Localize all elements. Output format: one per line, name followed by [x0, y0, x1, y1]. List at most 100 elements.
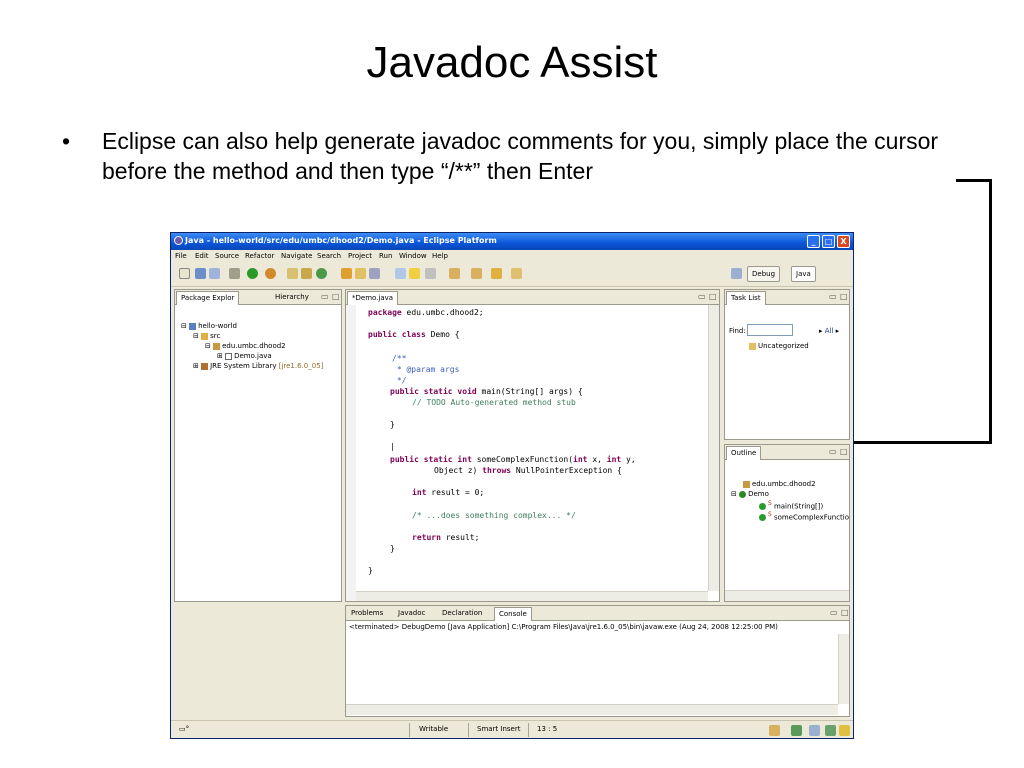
- tab-task-list[interactable]: Task List: [726, 291, 766, 305]
- outline-method-main[interactable]: S main(String[]): [759, 501, 823, 510]
- next-annotation-icon[interactable]: [449, 268, 460, 279]
- outline-horizontal-scrollbar[interactable]: [725, 590, 849, 601]
- debug-icon[interactable]: [229, 268, 240, 279]
- maximize-view-icon[interactable]: □: [332, 292, 340, 301]
- tree-item-file[interactable]: ⊞ Demo.java: [217, 352, 272, 360]
- console-horizontal-scrollbar[interactable]: [346, 704, 838, 715]
- task-maximize-icon[interactable]: □: [840, 292, 848, 301]
- all-filter-label: All: [824, 327, 834, 335]
- print-icon[interactable]: [209, 268, 220, 279]
- highlight-icon[interactable]: [409, 268, 420, 279]
- outline-class[interactable]: ⊟ Demo: [731, 490, 769, 498]
- editor-minimize-icon[interactable]: ▭: [698, 292, 706, 301]
- status-icon-2[interactable]: [791, 725, 802, 736]
- fast-view-icon[interactable]: ▭°: [179, 725, 189, 733]
- tab-outline[interactable]: Outline: [726, 446, 762, 460]
- status-icon-1[interactable]: [769, 725, 780, 736]
- outline-package[interactable]: edu.umbc.dhood2: [743, 480, 816, 488]
- outline-minimize-icon[interactable]: ▭: [829, 447, 837, 456]
- code-token: public static int: [390, 455, 472, 464]
- task-list-panel: Task List ▭ □ Find: ▸ All ▸ Uncategorize…: [724, 289, 850, 440]
- code-line-close-class: }: [368, 566, 373, 575]
- editor-horizontal-scrollbar[interactable]: [356, 591, 708, 601]
- menu-search[interactable]: Search: [317, 252, 341, 260]
- save-icon[interactable]: [195, 268, 206, 279]
- status-icon-4[interactable]: [825, 725, 836, 736]
- code-token: return: [412, 533, 441, 542]
- console-vertical-scrollbar[interactable]: [838, 634, 849, 704]
- library-icon: [201, 362, 209, 370]
- tree-item-project[interactable]: ⊟ hello-world: [181, 322, 237, 330]
- find-input[interactable]: [747, 324, 793, 336]
- outline-maximize-icon[interactable]: □: [840, 447, 848, 456]
- forward-icon[interactable]: [511, 268, 522, 279]
- code-token: public class: [368, 330, 426, 339]
- tree-item-jre[interactable]: ⊞ JRE System Library [jre1.6.0_05]: [193, 362, 323, 370]
- new-icon[interactable]: [179, 268, 190, 279]
- tab-hierarchy[interactable]: Hierarchy: [271, 291, 313, 305]
- minimize-view-icon[interactable]: ▭: [321, 292, 329, 301]
- maximize-button[interactable]: □: [822, 235, 835, 248]
- search-icon[interactable]: [369, 268, 380, 279]
- debug-perspective-button[interactable]: Debug: [747, 266, 781, 282]
- console-maximize-icon[interactable]: □: [841, 608, 849, 617]
- outline-method-complex[interactable]: S someComplexFunctior: [759, 512, 849, 521]
- menu-run[interactable]: Run: [379, 252, 392, 260]
- tree-item-src[interactable]: ⊟ src: [193, 332, 220, 340]
- menu-refactor[interactable]: Refactor: [245, 252, 274, 260]
- menu-project[interactable]: Project: [348, 252, 372, 260]
- status-cursor-position: 13 : 5: [537, 725, 558, 733]
- tree-item-package[interactable]: ⊟ edu.umbc.dhood2: [205, 342, 286, 350]
- code-line-close-main: }: [390, 420, 395, 429]
- menu-help[interactable]: Help: [432, 252, 448, 260]
- open-type-icon[interactable]: [341, 268, 352, 279]
- tab-demo-java[interactable]: *Demo.java: [347, 291, 399, 305]
- all-filter-link[interactable]: ▸ All ▸: [819, 327, 839, 335]
- annotation-line-top: [956, 179, 992, 182]
- source-folder-icon: [201, 332, 209, 340]
- back-icon[interactable]: [491, 268, 502, 279]
- menu-window[interactable]: Window: [399, 252, 427, 260]
- editor-vertical-scrollbar[interactable]: [708, 305, 719, 591]
- tab-console[interactable]: Console: [494, 607, 532, 621]
- status-icon-3[interactable]: [809, 725, 820, 736]
- run-icon[interactable]: [247, 268, 258, 279]
- menu-edit[interactable]: Edit: [195, 252, 209, 260]
- text-cursor: |: [390, 442, 395, 451]
- code-token: y,: [621, 455, 636, 464]
- open-perspective-icon[interactable]: [731, 268, 742, 279]
- menu-file[interactable]: File: [175, 252, 187, 260]
- outline-panel: Outline ▭ □ edu.umbc.dhood2 ⊟ Demo S mai…: [724, 444, 850, 602]
- minimize-button[interactable]: _: [807, 235, 820, 248]
- tab-declaration[interactable]: Declaration: [438, 607, 486, 621]
- external-tools-icon[interactable]: [265, 268, 276, 279]
- new-package-icon[interactable]: [287, 268, 298, 279]
- tab-problems[interactable]: Problems: [347, 607, 387, 621]
- task-minimize-icon[interactable]: ▭: [829, 292, 837, 301]
- tab-javadoc[interactable]: Javadoc: [394, 607, 429, 621]
- close-button[interactable]: X: [837, 235, 850, 248]
- file-label: Demo.java: [234, 352, 272, 360]
- code-line-complex-comment: /* ...does something complex... */: [412, 511, 576, 520]
- new-class-icon[interactable]: [301, 268, 312, 279]
- open-folder-icon[interactable]: [355, 268, 366, 279]
- main-toolbar: Debug Java: [171, 262, 853, 287]
- toggle-mark-icon[interactable]: [395, 268, 406, 279]
- new-java-class-icon[interactable]: [316, 268, 327, 279]
- menu-source[interactable]: Source: [215, 252, 239, 260]
- pin-icon[interactable]: [425, 268, 436, 279]
- menu-navigate[interactable]: Navigate: [281, 252, 312, 260]
- java-perspective-label: Java: [796, 270, 811, 278]
- java-perspective-button[interactable]: Java: [791, 266, 816, 282]
- console-minimize-icon[interactable]: ▭: [830, 608, 838, 617]
- tab-package-explorer[interactable]: Package Explor: [176, 291, 240, 305]
- prev-annotation-icon[interactable]: [471, 268, 482, 279]
- status-writable: Writable: [419, 725, 449, 733]
- code-line-return: return result;: [412, 533, 479, 542]
- editor-maximize-icon[interactable]: □: [709, 292, 717, 301]
- task-category[interactable]: Uncategorized: [749, 342, 809, 350]
- status-icon-5[interactable]: [839, 725, 850, 736]
- project-icon: [189, 322, 197, 330]
- window-titlebar[interactable]: Java - hello-world/src/edu/umbc/dhood2/D…: [171, 233, 853, 250]
- project-label: hello-world: [198, 322, 237, 330]
